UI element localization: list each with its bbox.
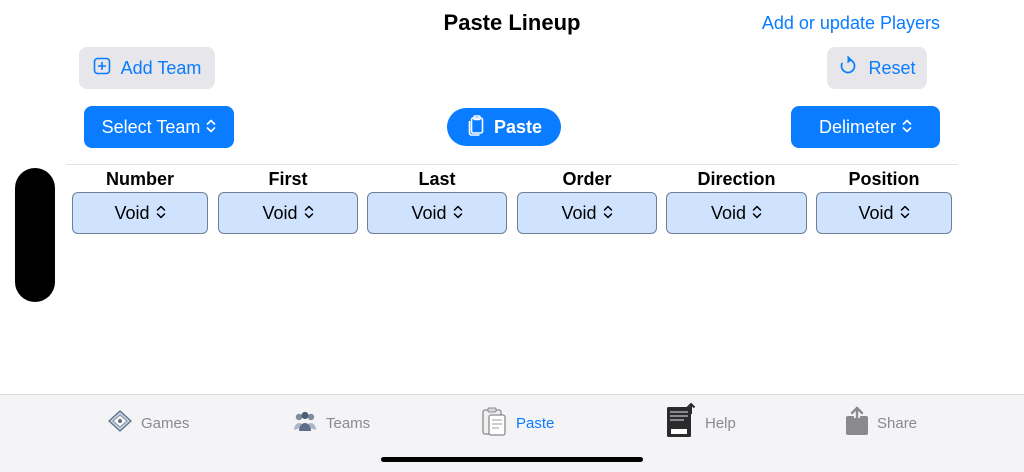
- tab-label: Games: [141, 414, 190, 432]
- order-column-picker[interactable]: Void: [517, 192, 657, 234]
- first-column-picker[interactable]: Void: [218, 192, 358, 234]
- add-update-players-link[interactable]: Add or update Players: [762, 13, 940, 34]
- last-column-picker[interactable]: Void: [367, 192, 507, 234]
- share-icon: [845, 406, 869, 440]
- reset-arrow-icon: [838, 55, 858, 81]
- delimiter-menu[interactable]: Delimeter: [791, 106, 940, 148]
- tab-help[interactable]: Help: [665, 402, 736, 443]
- column-header-first: First: [268, 169, 308, 189]
- tab-label: Help: [705, 414, 736, 432]
- tab-share[interactable]: Share: [845, 404, 917, 442]
- select-team-label: Select Team: [101, 116, 201, 137]
- chevron-up-down-icon: [206, 117, 216, 138]
- home-indicator: [381, 457, 643, 462]
- number-column-picker[interactable]: Void: [72, 192, 208, 234]
- side-handle: [15, 168, 55, 302]
- team-icon: [292, 409, 318, 437]
- column-header-number: Number: [105, 169, 174, 189]
- picker-value: Void: [561, 202, 597, 223]
- tab-label: Share: [877, 414, 918, 432]
- chevron-up-down-icon: [900, 203, 910, 224]
- column-header-position: Position: [848, 169, 920, 189]
- chevron-up-down-icon: [156, 203, 166, 224]
- add-team-button[interactable]: Add Team: [79, 47, 215, 89]
- paste-label: Paste: [493, 116, 543, 137]
- picker-value: Void: [262, 202, 298, 223]
- column-header-direction: Direction: [697, 169, 776, 189]
- plus-square-icon: [93, 57, 111, 80]
- reset-button[interactable]: Reset: [827, 47, 927, 89]
- tab-label: Teams: [326, 414, 371, 432]
- select-team-menu[interactable]: Select Team: [84, 106, 234, 148]
- chevron-up-down-icon: [453, 203, 463, 224]
- tab-games[interactable]: Games: [107, 404, 189, 442]
- picker-value: Void: [710, 202, 747, 223]
- column-header-order: Order: [562, 169, 612, 189]
- chevron-up-down-icon: [902, 117, 912, 138]
- reset-label: Reset: [868, 57, 916, 78]
- column-header-last: Last: [418, 169, 456, 189]
- picker-value: Void: [114, 202, 150, 223]
- delimiter-label: Delimeter: [818, 116, 897, 137]
- tab-label: Paste: [516, 414, 555, 432]
- tab-teams[interactable]: Teams: [292, 404, 370, 442]
- section-divider: [66, 164, 958, 165]
- chevron-up-down-icon: [752, 203, 762, 224]
- direction-column-picker[interactable]: Void: [666, 192, 807, 234]
- diamond-icon: [107, 409, 133, 437]
- tab-paste[interactable]: Paste: [480, 404, 554, 442]
- chevron-up-down-icon: [603, 203, 613, 224]
- clipboard-icon: [480, 405, 508, 441]
- document-icon: [665, 402, 697, 443]
- chevron-up-down-icon: [304, 203, 314, 224]
- picker-value: Void: [858, 202, 894, 223]
- picker-value: Void: [411, 202, 447, 223]
- add-team-label: Add Team: [120, 57, 202, 78]
- paste-button[interactable]: Paste: [447, 108, 561, 146]
- position-column-picker[interactable]: Void: [816, 192, 952, 234]
- clipboard-copy-icon: [466, 114, 486, 141]
